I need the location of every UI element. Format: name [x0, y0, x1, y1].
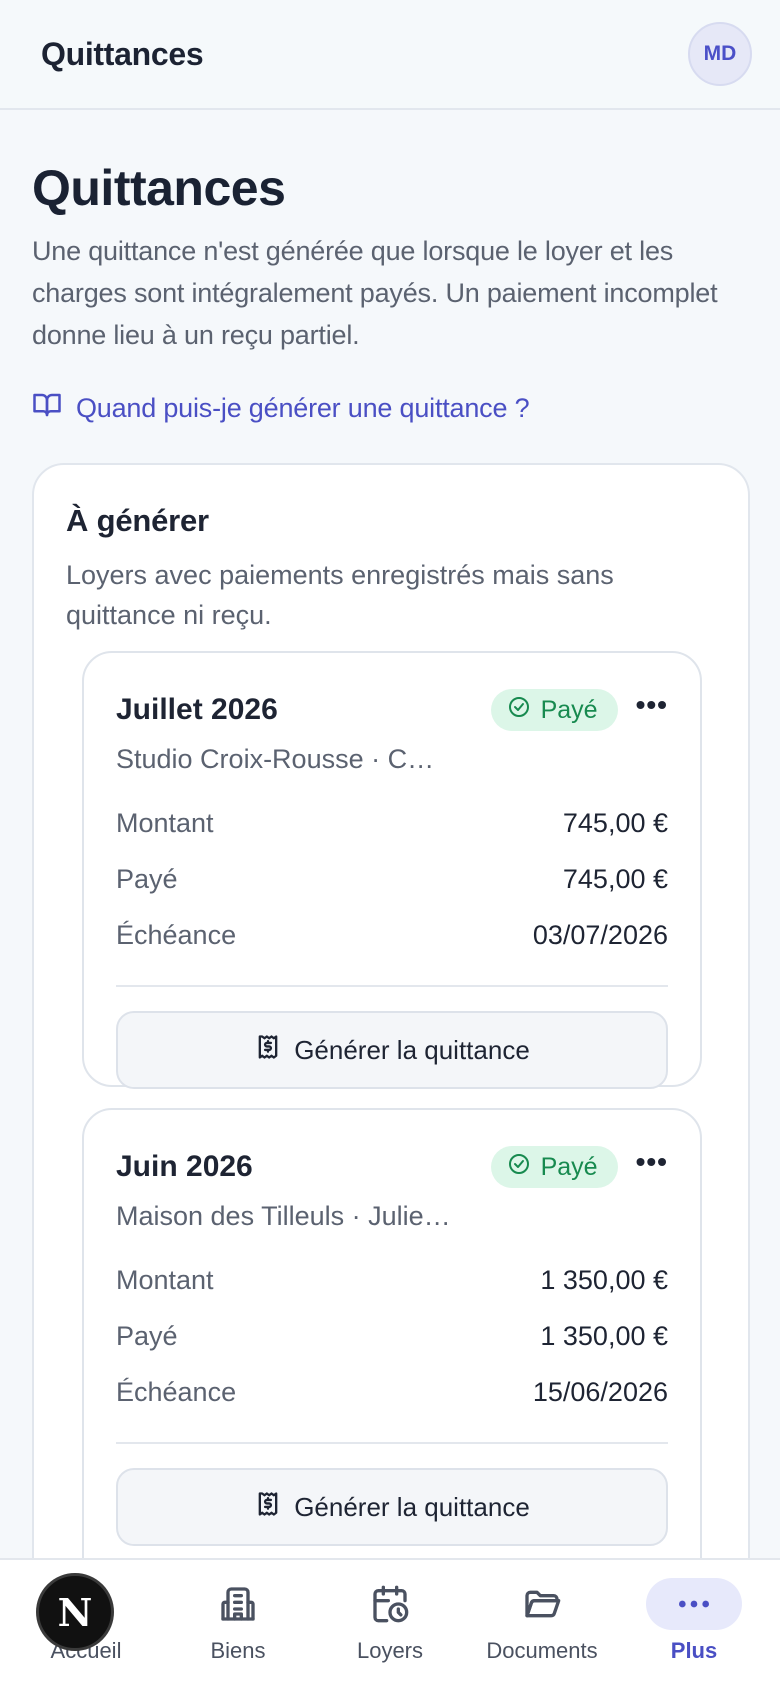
paid-row: Payé 745,00 € [116, 851, 668, 907]
avatar[interactable]: MD [688, 22, 752, 86]
main-content: Quittances Une quittance n'est générée q… [0, 112, 780, 427]
help-link-label: Quand puis-je générer une quittance ? [76, 393, 530, 423]
card-details: Montant 1 350,00 € Payé 1 350,00 € Échéa… [116, 1252, 668, 1420]
row-value: 15/06/2026 [532, 1376, 668, 1407]
row-value: 1 350,00 € [540, 1264, 668, 1295]
section-title: À générer [66, 503, 209, 538]
amount-row: Montant 1 350,00 € [116, 1252, 668, 1308]
more-options-icon[interactable]: ••• [636, 1148, 668, 1182]
rent-card: Juin 2026 Maison des Tilleuls · Julie… P… [82, 1108, 702, 1628]
receipt-icon [254, 1033, 282, 1068]
rent-card: Juillet 2026 Studio Croix-Rousse · C… Pa… [82, 651, 702, 1089]
amount-row: Montant 745,00 € [116, 795, 668, 851]
nav-item-documents[interactable]: Documents [467, 1578, 617, 1664]
receipt-icon [254, 1490, 282, 1525]
due-date-row: Échéance 15/06/2026 [116, 1364, 668, 1420]
row-label: Montant [116, 1264, 214, 1295]
status-label: Payé [540, 695, 598, 724]
dev-tools-badge[interactable]: N [36, 1573, 114, 1651]
card-property: Studio Croix-Rousse · C… [116, 744, 435, 774]
nav-item-biens[interactable]: Biens [163, 1578, 313, 1664]
book-icon [32, 390, 62, 427]
divider [116, 1442, 668, 1444]
section-description: Loyers avec paiements enregistrés mais s… [66, 560, 614, 630]
page-description: Une quittance n'est générée que lorsque … [32, 236, 718, 350]
more-horizontal-icon [646, 1578, 742, 1630]
check-circle-icon [507, 695, 531, 726]
to-generate-section: À générer Loyers avec paiements enregist… [32, 463, 750, 1663]
calendar-clock-icon [370, 1578, 410, 1630]
nav-item-loyers[interactable]: Loyers [315, 1578, 465, 1664]
more-options-icon[interactable]: ••• [636, 691, 668, 725]
due-date-row: Échéance 03/07/2026 [116, 907, 668, 963]
nav-label: Biens [210, 1638, 266, 1663]
card-property: Maison des Tilleuls · Julie… [116, 1201, 451, 1231]
generate-receipt-button[interactable]: Générer la quittance [116, 1011, 668, 1089]
app-title: Quittances [41, 35, 204, 72]
generate-receipt-button[interactable]: Générer la quittance [116, 1468, 668, 1546]
building-icon [218, 1578, 258, 1630]
bottom-navigation: Accueil Biens Loyers Documents Plus [0, 1558, 780, 1688]
help-link[interactable]: Quand puis-je générer une quittance ? [32, 390, 748, 427]
top-bar: Quittances MD [0, 0, 780, 110]
page-title: Quittances [32, 160, 286, 216]
status-badge: Payé [490, 689, 618, 731]
divider [116, 985, 668, 987]
card-details: Montant 745,00 € Payé 745,00 € Échéance … [116, 795, 668, 963]
card-month: Juin 2026 [116, 1150, 253, 1183]
status-badge: Payé [490, 1146, 618, 1188]
row-label: Montant [116, 807, 214, 838]
row-value: 03/07/2026 [532, 919, 668, 950]
folder-icon [522, 1578, 562, 1630]
paid-row: Payé 1 350,00 € [116, 1308, 668, 1364]
row-label: Échéance [116, 919, 237, 950]
nav-label: Plus [670, 1638, 718, 1663]
nav-label: Loyers [356, 1638, 424, 1663]
row-label: Payé [116, 863, 178, 894]
status-label: Payé [540, 1152, 598, 1181]
generate-button-label: Générer la quittance [294, 1034, 530, 1065]
nav-item-plus[interactable]: Plus [619, 1578, 769, 1664]
row-label: Payé [116, 1320, 178, 1351]
row-label: Échéance [116, 1376, 237, 1407]
row-value: 1 350,00 € [540, 1320, 668, 1351]
card-month: Juillet 2026 [116, 693, 278, 726]
row-value: 745,00 € [562, 863, 668, 894]
check-circle-icon [507, 1152, 531, 1183]
generate-button-label: Générer la quittance [294, 1491, 530, 1522]
row-value: 745,00 € [562, 807, 668, 838]
nav-label: Documents [486, 1638, 598, 1663]
